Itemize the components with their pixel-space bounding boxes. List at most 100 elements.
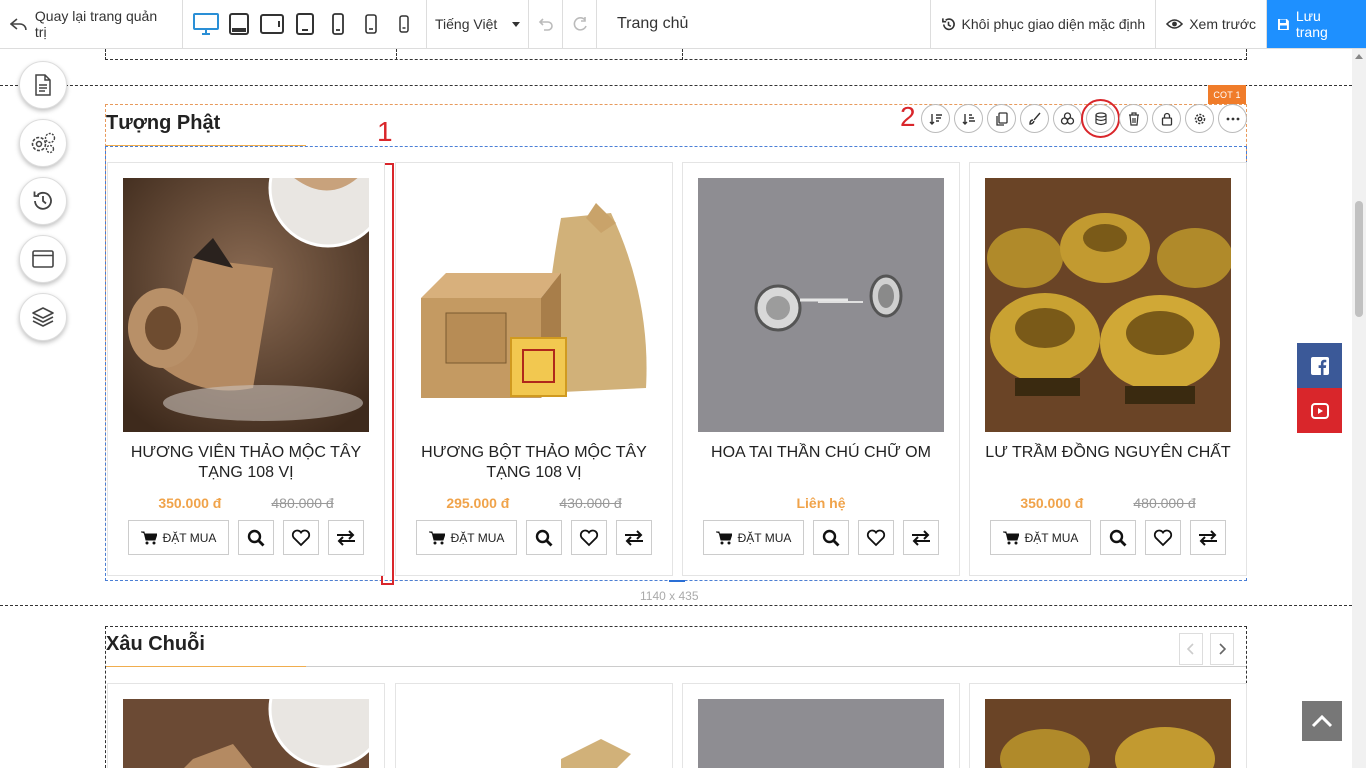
product-image[interactable] (123, 178, 369, 432)
buy-button[interactable]: ĐẶT MUA (703, 520, 804, 555)
layers-button[interactable] (19, 293, 67, 341)
quick-view-button[interactable] (526, 520, 562, 555)
compare-button[interactable] (328, 520, 364, 555)
product-image[interactable] (698, 178, 944, 432)
page-settings-button[interactable] (19, 61, 67, 109)
product-name[interactable]: HƯƠNG VIÊN THẢO MỘC TÂY TẠNG 108 VỊ (116, 443, 376, 483)
trash-icon[interactable] (1119, 104, 1148, 133)
scrollbar-thumb[interactable] (1355, 201, 1363, 317)
phone-small-icon[interactable] (354, 0, 387, 49)
product-card[interactable] (395, 683, 673, 768)
phone-icon[interactable] (321, 0, 354, 49)
youtube-icon (1310, 402, 1329, 419)
product-old-price: 480.000 đ (1133, 495, 1196, 511)
redo-button[interactable] (563, 0, 597, 48)
undo-button[interactable] (529, 0, 563, 48)
compare-button[interactable] (616, 520, 652, 555)
lock-icon[interactable] (1152, 104, 1181, 133)
product-image[interactable] (985, 699, 1231, 768)
column-tag[interactable]: COT 1 (1208, 85, 1246, 104)
product-image[interactable] (698, 699, 944, 768)
product-old-price: 480.000 đ (271, 495, 334, 511)
product-image[interactable] (985, 178, 1231, 432)
quick-view-button[interactable] (1100, 520, 1136, 555)
quick-view-button[interactable] (813, 520, 849, 555)
facebook-button[interactable] (1297, 343, 1342, 388)
layout-button[interactable] (19, 235, 67, 283)
product-card[interactable]: LƯ TRẦM ĐỒNG NGUYÊN CHẤT 350.000 đ 480.0… (969, 162, 1247, 576)
youtube-button[interactable] (1297, 388, 1342, 433)
carousel-next-button[interactable] (1210, 633, 1234, 665)
product-image[interactable] (411, 699, 657, 768)
product-card[interactable] (969, 683, 1247, 768)
product-name[interactable]: HƯƠNG BỘT THẢO MỘC TÂY TẠNG 108 VỊ (404, 443, 664, 483)
page-icon (35, 74, 51, 96)
preview-button[interactable]: Xem trước (1156, 0, 1267, 48)
sort-desc-icon[interactable] (954, 104, 983, 133)
sort-asc-icon[interactable] (921, 104, 950, 133)
chevron-up-icon (1311, 714, 1333, 728)
save-page-button[interactable]: Lưu trang (1267, 0, 1366, 48)
row-divider (0, 605, 1352, 606)
section-title: Tượng Phật (106, 112, 221, 134)
language-select[interactable]: Tiếng Việt (427, 0, 529, 48)
buy-button[interactable]: ĐẶT MUA (416, 520, 517, 555)
product-card[interactable]: HOA TAI THẦN CHÚ CHỮ OM Liên hệ ĐẶT MUA (682, 162, 960, 576)
page-title: Trang chủ (617, 15, 689, 32)
product-card[interactable] (682, 683, 960, 768)
scroll-up-icon[interactable] (1355, 54, 1363, 59)
save-page-label: Lưu trang (1295, 8, 1328, 40)
resize-handle[interactable] (669, 580, 685, 582)
restore-default-button[interactable]: Khôi phục giao diện mặc định (929, 0, 1157, 48)
tablet-landscape-icon[interactable] (222, 0, 255, 49)
wishlist-button[interactable] (283, 520, 319, 555)
history-icon (33, 191, 52, 210)
heart-icon (866, 529, 886, 546)
row-divider (0, 85, 1352, 86)
buy-button[interactable]: ĐẶT MUA (128, 520, 229, 555)
carousel-prev-button[interactable] (1179, 633, 1203, 665)
history-button[interactable] (19, 177, 67, 225)
product-image[interactable] (123, 699, 369, 768)
more-icon[interactable] (1218, 104, 1247, 133)
chevron-left-icon (1187, 643, 1194, 655)
compare-icon (337, 529, 355, 546)
chevron-down-icon (512, 21, 520, 27)
layers-icon (32, 307, 54, 327)
product-card[interactable]: HƯƠNG VIÊN THẢO MỘC TÂY TẠNG 108 VỊ 350.… (107, 162, 385, 576)
product-name[interactable]: LƯ TRẦM ĐỒNG NGUYÊN CHẤT (978, 443, 1238, 463)
page-scrollbar[interactable] (1352, 49, 1366, 768)
section-border (105, 626, 1247, 627)
copy-icon[interactable] (987, 104, 1016, 133)
buy-button[interactable]: ĐẶT MUA (990, 520, 1091, 555)
product-card[interactable]: HƯƠNG BỘT THẢO MỘC TÂY TẠNG 108 VỊ 295.0… (395, 162, 673, 576)
desktop-icon[interactable] (189, 0, 222, 49)
tablet-wide-icon[interactable] (255, 0, 288, 49)
language-value: Tiếng Việt (435, 16, 498, 32)
back-to-top-button[interactable] (1302, 701, 1342, 741)
back-to-admin-button[interactable]: Quay lại trang quản trị (0, 0, 183, 48)
preview-label: Xem trước (1189, 16, 1256, 32)
wishlist-button[interactable] (858, 520, 894, 555)
palette-icon[interactable] (1053, 104, 1082, 133)
quick-view-button[interactable] (238, 520, 274, 555)
chevron-right-icon (1219, 643, 1226, 655)
brush-icon[interactable] (1020, 104, 1049, 133)
wishlist-button[interactable] (1145, 520, 1181, 555)
database-icon[interactable] (1081, 99, 1120, 138)
title-underline (106, 145, 306, 146)
product-name[interactable]: HOA TAI THẦN CHÚ CHỮ OM (691, 443, 951, 463)
compare-button[interactable] (903, 520, 939, 555)
phone-tiny-icon[interactable] (387, 0, 420, 49)
product-card[interactable] (107, 683, 385, 768)
global-settings-button[interactable] (19, 119, 67, 167)
heart-icon (1153, 529, 1173, 546)
gear-icon[interactable] (1185, 104, 1214, 133)
product-image[interactable] (411, 178, 657, 432)
search-icon (535, 529, 553, 546)
restore-default-label: Khôi phục giao diện mặc định (961, 16, 1146, 32)
tablet-portrait-icon[interactable] (288, 0, 321, 49)
search-icon (1109, 529, 1127, 546)
compare-button[interactable] (1190, 520, 1226, 555)
wishlist-button[interactable] (571, 520, 607, 555)
